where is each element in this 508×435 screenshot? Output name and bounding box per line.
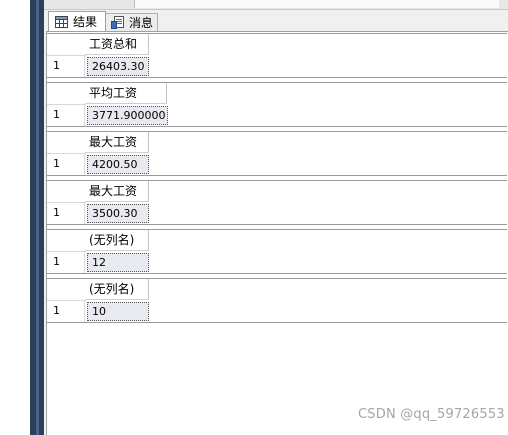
result-cell[interactable]: 12	[87, 253, 149, 272]
message-doc-icon	[111, 16, 124, 30]
column-header[interactable]: 最大工资	[85, 132, 149, 153]
result-grid[interactable]: 工资总和 1 26403.30	[47, 33, 507, 78]
result-cell[interactable]: 4200.50	[87, 155, 149, 174]
result-grid[interactable]: 最大工资 1 4200.50	[47, 131, 507, 176]
row-header-corner	[47, 34, 86, 56]
result-cell[interactable]: 26403.30	[87, 57, 149, 76]
result-cell[interactable]: 3500.30	[87, 204, 149, 223]
grid-icon	[54, 15, 68, 29]
row-number: 1	[47, 153, 85, 175]
row-number: 1	[47, 104, 85, 126]
row-header-corner	[47, 132, 86, 154]
row-header-corner	[47, 279, 86, 301]
column-header[interactable]: 工资总和	[85, 34, 149, 55]
result-tabbar: 结果 消息	[44, 10, 508, 32]
column-header[interactable]: (无列名)	[85, 279, 149, 300]
results-grid-area[interactable]: 工资总和 1 26403.30 平均工资 1 3771.900000 最大工资 …	[46, 31, 508, 435]
tab-messages-label: 消息	[129, 16, 154, 30]
result-grid[interactable]: 最大工资 1 3500.30	[47, 180, 507, 225]
row-header-corner	[47, 181, 86, 203]
result-cell[interactable]: 3771.900000	[87, 106, 168, 125]
column-header[interactable]: 最大工资	[85, 181, 149, 202]
row-number: 1	[47, 55, 85, 77]
result-grid[interactable]: (无列名) 1 12	[47, 229, 507, 274]
top-toolbar-strip	[44, 0, 508, 10]
row-number: 1	[47, 300, 85, 322]
results-panel: 结果 消息 工资总和 1 26403.30 平均工资 1 3771.900000…	[44, 0, 508, 435]
row-header-corner	[47, 230, 86, 252]
tab-results[interactable]: 结果	[48, 11, 106, 31]
result-grid[interactable]: 平均工资 1 3771.900000	[47, 82, 507, 127]
result-cell[interactable]: 10	[87, 302, 149, 321]
result-grid[interactable]: (无列名) 1 10	[47, 278, 507, 323]
tab-messages[interactable]: 消息	[106, 13, 158, 31]
row-header-corner	[47, 83, 86, 105]
row-number: 1	[47, 202, 85, 224]
watermark: CSDN @qq_59726553	[358, 407, 505, 422]
row-number: 1	[47, 251, 85, 273]
tab-results-label: 结果	[73, 15, 98, 29]
toolbar-fragment	[134, 0, 499, 8]
column-header[interactable]: (无列名)	[85, 230, 149, 251]
column-header[interactable]: 平均工资	[85, 83, 167, 104]
left-frame-highlight	[36, 0, 39, 435]
